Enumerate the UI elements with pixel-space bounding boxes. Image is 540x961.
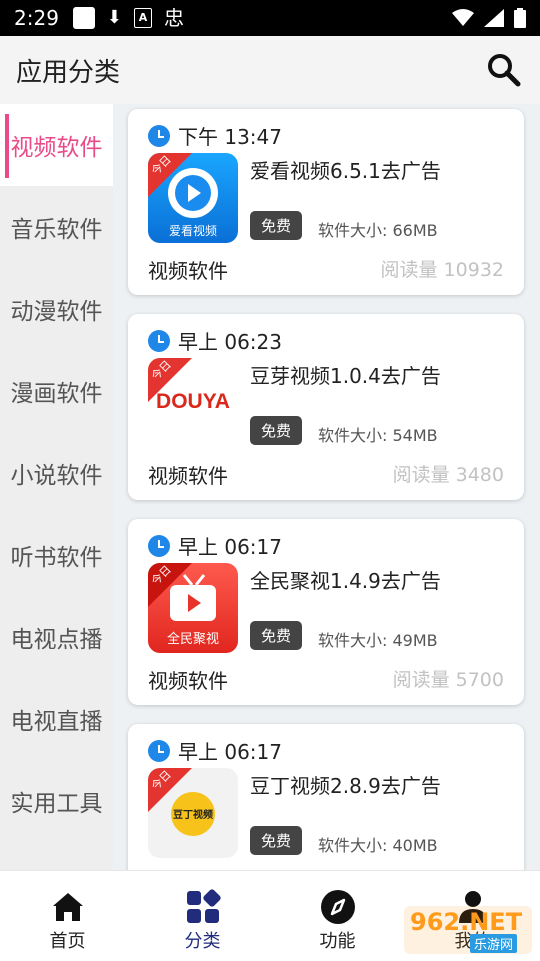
app-size: 软件大小: 66MB: [318, 221, 438, 240]
card-time: 早上 06:23: [178, 330, 282, 354]
card-time: 早上 06:17: [178, 740, 282, 764]
free-badge: 免费: [250, 416, 303, 445]
app-name: 爱看视频6.5.1去广告: [250, 159, 441, 183]
signal-icon: [484, 9, 504, 27]
free-badge: 免费: [250, 621, 303, 650]
app-name: 豆丁视频2.8.9去广告: [250, 774, 441, 798]
app-thumbnail: 全民聚视 今日: [148, 563, 238, 653]
page-title: 应用分类: [16, 57, 121, 88]
app-size: 软件大小: 49MB: [318, 631, 438, 650]
notification-icon: [72, 7, 95, 29]
thumb-caption: 爱看视频: [168, 224, 217, 238]
search-icon[interactable]: [484, 50, 524, 90]
sidebar-item-video[interactable]: 视频软件: [0, 104, 113, 186]
sidebar-item-comic[interactable]: 漫画软件: [0, 350, 113, 432]
app-size: 软件大小: 40MB: [318, 836, 438, 855]
read-count: 阅读量 3480: [392, 464, 504, 486]
grid-icon: [186, 889, 221, 923]
clock-icon: [148, 739, 170, 762]
app-thumbnail: DOUYA 今日: [148, 358, 238, 448]
download-icon: ⬇: [106, 7, 123, 28]
clock-icon: [148, 124, 170, 147]
bug-icon: 忠: [164, 6, 185, 30]
thumb-caption: 全民聚视: [166, 632, 219, 647]
read-count: 阅读量 10932: [380, 259, 504, 281]
sidebar-item-audiobook[interactable]: 听书软件: [0, 514, 113, 596]
card-time-row: 下午 13:47: [148, 121, 282, 150]
watermark-logo: 962.NET 乐游网: [404, 906, 532, 954]
tab-features[interactable]: 功能: [270, 871, 405, 961]
app-name: 全民聚视1.4.9去广告: [250, 569, 441, 593]
clock-icon: [148, 329, 170, 352]
app-card[interactable]: 早上 06:17 豆丁视频 今日 豆丁视频2.8.9去广告 免费 软件大小: 4…: [128, 724, 524, 870]
sidebar-item-tools[interactable]: 实用工具: [0, 760, 113, 842]
read-count: 阅读量 5700: [392, 669, 504, 691]
app-card[interactable]: 下午 13:47 爱看视频 今日 爱看视频6.5.1去广告 免费 软件大小: 6…: [128, 109, 524, 295]
app-size: 软件大小: 54MB: [318, 426, 438, 445]
app-thumbnail: 爱看视频 今日: [148, 153, 238, 243]
sidebar-item-tv-vod[interactable]: 电视点播: [0, 596, 113, 678]
compass-icon: [320, 890, 355, 924]
wifi-icon: [452, 9, 474, 26]
app-card[interactable]: 早上 06:23 DOUYA 今日 豆芽视频1.0.4去广告 免费 软件大小: …: [128, 314, 524, 500]
clock-icon: [148, 534, 170, 557]
app-list: 下午 13:47 爱看视频 今日 爱看视频6.5.1去广告 免费 软件大小: 6…: [113, 104, 540, 870]
sidebar-item-anime[interactable]: 动漫软件: [0, 268, 113, 350]
app-name: 豆芽视频1.0.4去广告: [250, 364, 441, 388]
app-category: 视频软件: [148, 669, 228, 693]
card-time: 下午 13:47: [178, 125, 282, 149]
app-category: 视频软件: [148, 259, 228, 283]
category-sidebar: 视频软件 音乐软件 动漫软件 漫画软件 小说软件 听书软件 电视点播 电视直播 …: [0, 104, 113, 870]
free-badge: 免费: [250, 211, 303, 240]
app-thumbnail: 豆丁视频 今日: [148, 768, 238, 858]
home-icon: [52, 893, 83, 921]
battery-icon: [514, 8, 526, 28]
sidebar-item-novel[interactable]: 小说软件: [0, 432, 113, 514]
keyboard-a-icon: A: [134, 8, 153, 28]
card-time-row: 早上 06:17: [148, 531, 282, 560]
sidebar-item-music[interactable]: 音乐软件: [0, 186, 113, 268]
status-time: 2:29: [14, 6, 59, 30]
tab-home[interactable]: 首页: [0, 871, 135, 961]
status-bar: 2:29 ⬇ A 忠: [0, 0, 540, 36]
app-card[interactable]: 早上 06:17 全民聚视 今日 全民聚视1.4.9去广告 免费 软件大小: 4…: [128, 519, 524, 705]
free-badge: 免费: [250, 826, 303, 855]
app-bar: 应用分类: [0, 36, 540, 104]
card-time-row: 早上 06:23: [148, 326, 282, 355]
card-time-row: 早上 06:17: [148, 736, 282, 765]
sidebar-item-tv-live[interactable]: 电视直播: [0, 678, 113, 760]
app-category: 视频软件: [148, 464, 228, 488]
card-time: 早上 06:17: [178, 535, 282, 559]
tab-category[interactable]: 分类: [135, 871, 270, 961]
